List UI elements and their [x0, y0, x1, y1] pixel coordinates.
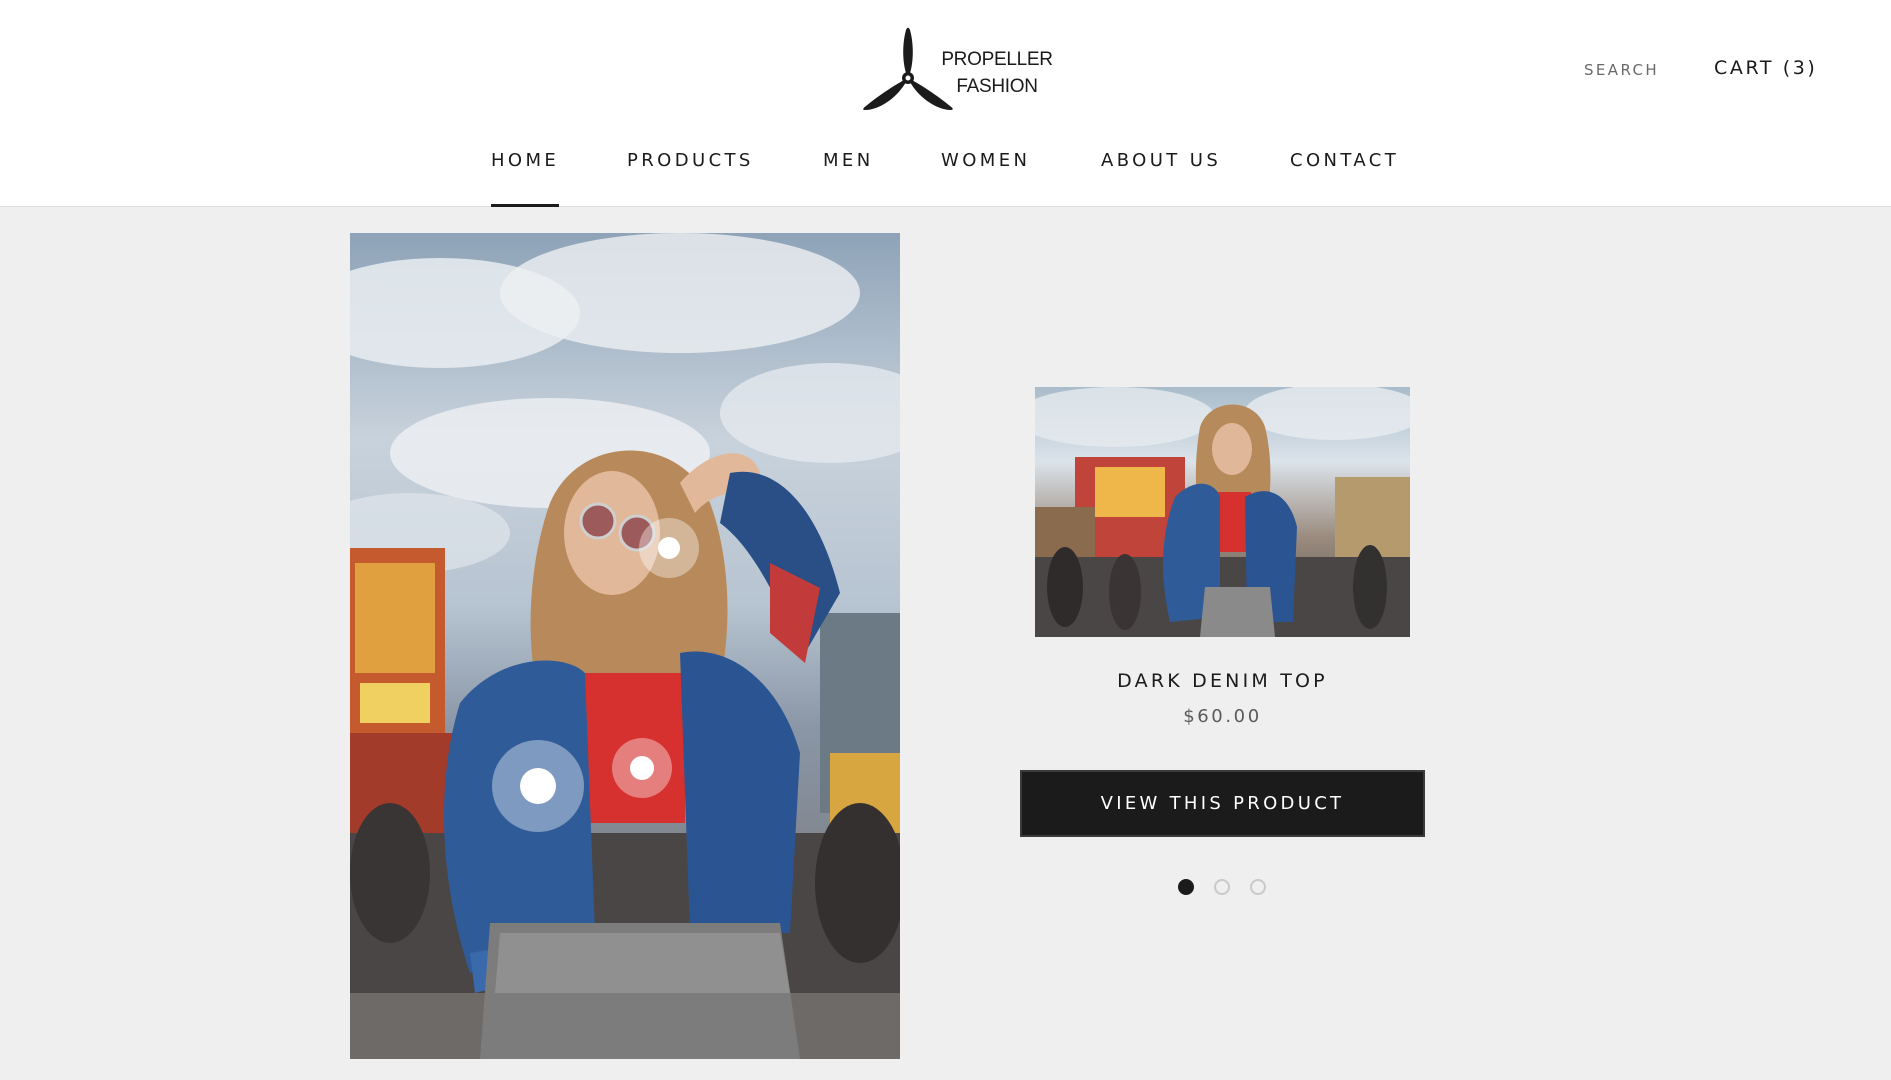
carousel-dot-3[interactable]	[1250, 879, 1266, 895]
hotspot-dot	[520, 768, 556, 804]
carousel-dot-1[interactable]	[1178, 879, 1194, 895]
brand-logo[interactable]: PROPELLER FASHION	[858, 26, 1053, 116]
nav-item-women[interactable]: WOMEN	[941, 150, 1030, 208]
hero-lookbook-image	[350, 233, 900, 1059]
search-link[interactable]: SEARCH	[1584, 61, 1659, 79]
view-product-button[interactable]: VIEW THIS PRODUCT	[1020, 770, 1425, 837]
main-navigation: HOME PRODUCTS MEN WOMEN ABOUT US CONTACT	[0, 150, 1891, 208]
hotspot-dot	[658, 537, 680, 559]
nav-item-contact[interactable]: CONTACT	[1290, 150, 1399, 208]
hotspot-top[interactable]	[612, 738, 672, 798]
product-title[interactable]: DARK DENIM TOP	[1035, 670, 1410, 692]
product-image[interactable]	[1035, 387, 1410, 637]
cart-link[interactable]: CART (3)	[1714, 57, 1817, 79]
carousel-pagination	[1178, 879, 1268, 895]
woman-denim-jacket-photo	[350, 233, 900, 1059]
nav-item-men[interactable]: MEN	[823, 150, 874, 208]
nav-item-products[interactable]: PRODUCTS	[627, 150, 754, 208]
nav-item-about-us[interactable]: ABOUT US	[1101, 150, 1221, 208]
brand-name-line1: PROPELLER	[941, 49, 1053, 70]
carousel-dot-2[interactable]	[1214, 879, 1230, 895]
hotspot-sunglasses[interactable]	[639, 518, 699, 578]
site-header: PROPELLER FASHION SEARCH CART (3) HOME P…	[0, 0, 1891, 207]
brand-wordmark: PROPELLER FASHION	[932, 46, 1062, 100]
denim-jacket-carnival-photo	[1035, 387, 1410, 637]
hotspot-jacket[interactable]	[492, 740, 584, 832]
nav-item-home[interactable]: HOME	[491, 150, 560, 208]
hotspot-dot	[630, 756, 654, 780]
brand-name-line2: FASHION	[956, 76, 1038, 97]
product-price: $60.00	[1183, 706, 1262, 727]
